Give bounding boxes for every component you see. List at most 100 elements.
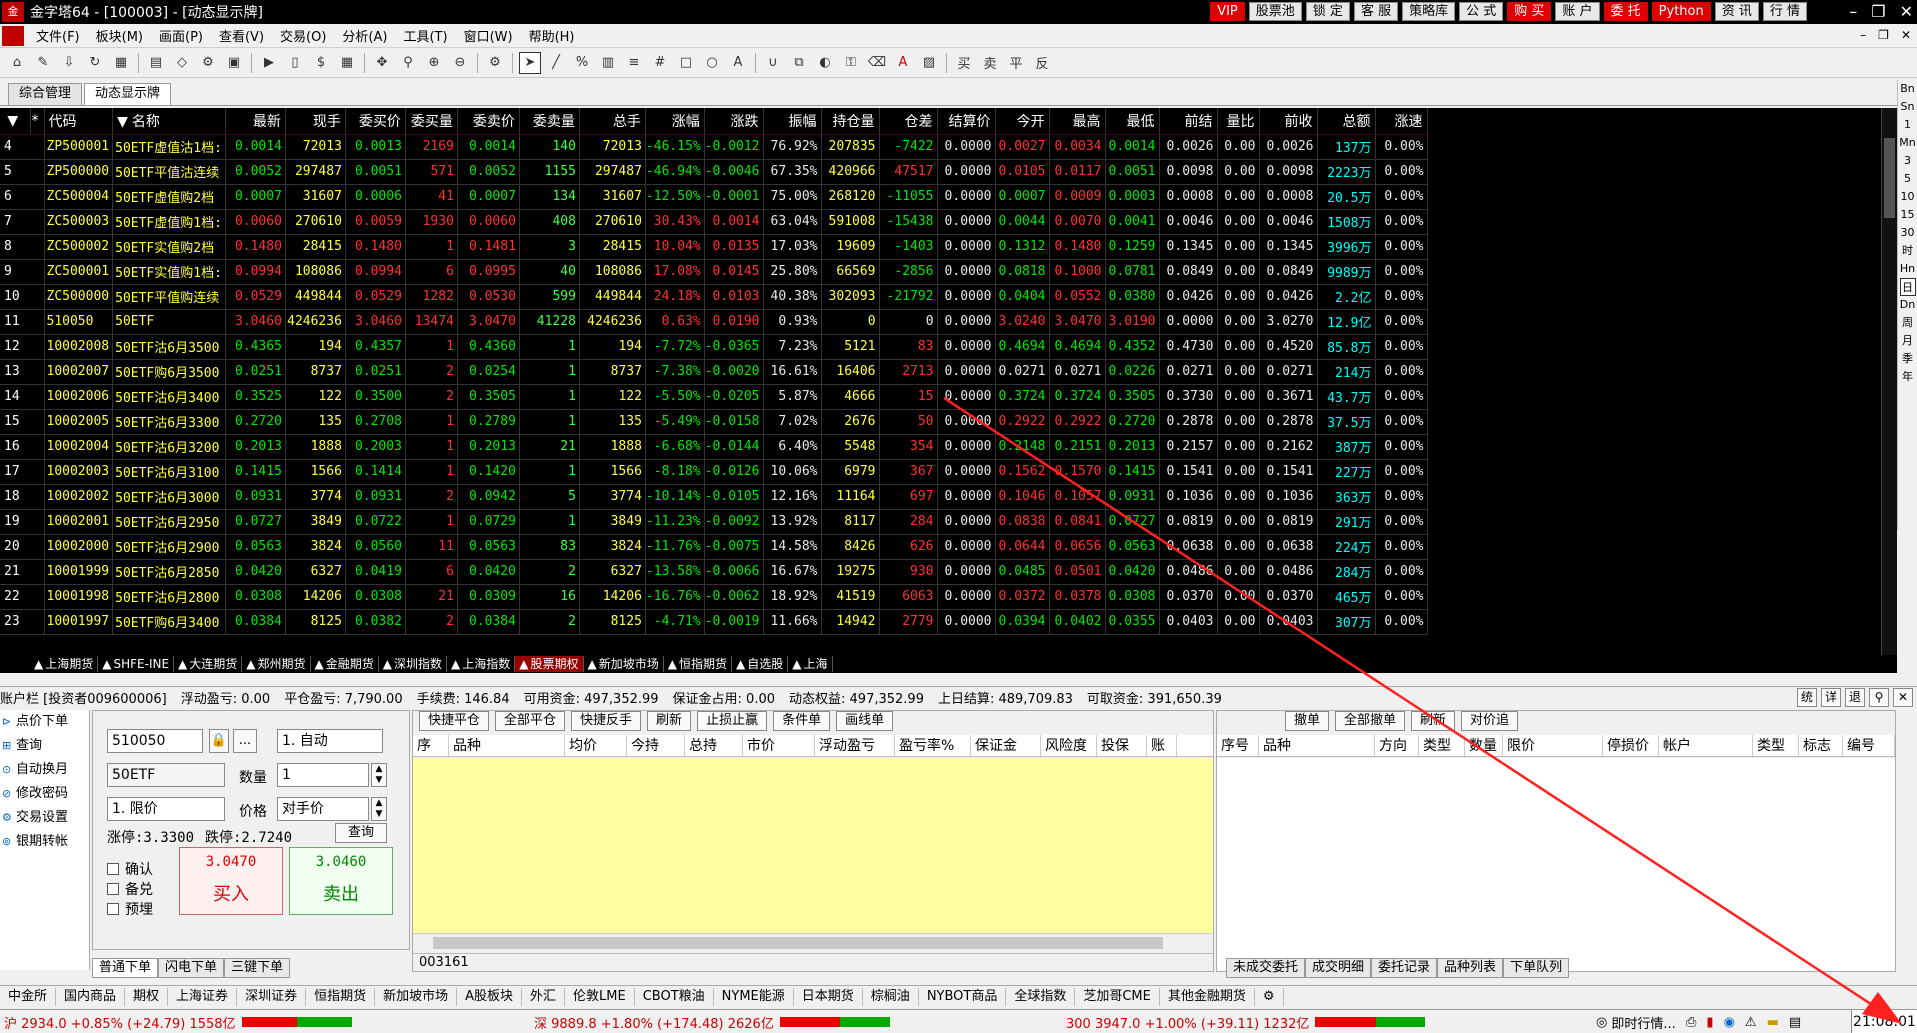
exchange-5[interactable]: 恒指期货 — [306, 987, 376, 1006]
exchange-17[interactable]: 其他金融期货 — [1160, 987, 1255, 1006]
pos-col-9[interactable]: 风险度 — [1041, 735, 1097, 756]
ord-col-1[interactable]: 品种 — [1259, 735, 1375, 756]
period-11[interactable]: 日 — [1899, 278, 1916, 296]
table-row[interactable]: 9 ZC500001 50ETF实值购1档: 0.0994 108086 0.0994 6 0… — [0, 259, 1428, 285]
ord-button-0[interactable]: 撤单 — [1285, 711, 1330, 731]
ord-col-9[interactable]: 标志 — [1799, 735, 1843, 756]
visible-icon[interactable]: ◐ — [814, 52, 836, 74]
browse-button[interactable]: ... — [233, 729, 257, 753]
chart-icon[interactable]: ▤ — [145, 52, 167, 74]
note-icon[interactable]: ▤ — [1789, 1015, 1801, 1030]
table-row[interactable]: 17 10002003 50ETF沽6月3100 0.1415 1566 0.1414 1 0… — [0, 459, 1428, 485]
exchange-16[interactable]: 芝加哥CME — [1075, 987, 1160, 1006]
mdi-minimize-icon[interactable]: – — [1860, 28, 1866, 42]
stats-button[interactable]: 统 — [1797, 688, 1817, 707]
pos-button-3[interactable]: 刷新 — [647, 711, 692, 731]
table-row[interactable]: 23 10001997 50ETF购6月3400 0.0384 8125 0.0382 2 0… — [0, 609, 1428, 635]
grid-icon[interactable]: ▦ — [110, 52, 132, 74]
top-button-1[interactable]: 股票池 — [1248, 2, 1302, 21]
col-header-4[interactable]: 委买价 — [345, 108, 406, 135]
pos-col-10[interactable]: 投保 — [1097, 735, 1147, 756]
ord-button-2[interactable]: 刷新 — [1411, 711, 1456, 731]
sell-icon[interactable]: 卖 — [979, 52, 1001, 74]
table-row[interactable]: 5 ZP500000 50ETF平值沽连续 0.0052 297487 0.0051 571… — [0, 159, 1428, 185]
table-row[interactable]: 19 10002001 50ETF沽6月2950 0.0727 3849 0.0722 1 0… — [0, 509, 1428, 535]
top-button-9[interactable]: Python — [1651, 2, 1711, 21]
pos-col-7[interactable]: 盈亏率% — [895, 735, 971, 756]
ord-tab-4[interactable]: 下单队列 — [1503, 958, 1570, 978]
exchange-9[interactable]: 伦敦LME — [565, 987, 635, 1006]
tab-normal-order[interactable]: 普通下单 — [92, 958, 159, 978]
pos-col-2[interactable]: 均价 — [565, 735, 627, 756]
menu-item-1[interactable]: 板块(M) — [88, 26, 151, 45]
more-gear-icon[interactable]: ⚙ — [1255, 987, 1284, 1006]
pos-button-4[interactable]: 止损止赢 — [697, 711, 768, 731]
col-header-9[interactable]: 涨幅 — [645, 108, 705, 135]
exchange-1[interactable]: 国内商品 — [56, 987, 126, 1006]
top-button-8[interactable]: 委 托 — [1603, 2, 1648, 21]
top-button-6[interactable]: 购 买 — [1507, 2, 1552, 21]
table-row[interactable]: 18 10002002 50ETF沽6月3000 0.0931 3774 0.0931 2 0… — [0, 484, 1428, 510]
nav-item-5[interactable]: ⊚ 银期转帐 — [0, 830, 89, 854]
table-row[interactable]: 13 10002007 50ETF购6月3500 0.0251 8737 0.0251 2 0… — [0, 359, 1428, 385]
period-1[interactable]: Sn — [1901, 98, 1915, 116]
pos-button-6[interactable]: 画线单 — [836, 711, 894, 731]
period-15[interactable]: 季 — [1902, 350, 1913, 368]
pos-col-1[interactable]: 品种 — [449, 735, 565, 756]
table-row[interactable]: 12 10002008 50ETF沽6月3500 0.4365 194 0.4357 1 0.… — [0, 334, 1428, 360]
fill-icon[interactable]: ▨ — [918, 52, 940, 74]
market-tab-7[interactable]: ▲ 股票期权 — [515, 656, 584, 672]
printer-icon[interactable]: ⎙ — [1686, 1015, 1696, 1030]
reverse-icon[interactable]: 反 — [1031, 52, 1053, 74]
magnet-icon[interactable]: ∪ — [762, 52, 784, 74]
top-button-5[interactable]: 公 式 — [1459, 2, 1504, 21]
menu-item-0[interactable]: 文件(F) — [28, 26, 88, 45]
menu-item-4[interactable]: 交易(O) — [272, 26, 334, 45]
ord-button-1[interactable]: 全部撤单 — [1335, 711, 1406, 731]
preset-checkbox[interactable]: 预埋 — [107, 899, 153, 919]
ord-col-10[interactable]: 编号 — [1843, 735, 1895, 756]
col-header-14[interactable]: 结算价 — [937, 108, 996, 135]
rect-icon[interactable]: □ — [675, 52, 697, 74]
col-header-17[interactable]: 最低 — [1105, 108, 1160, 135]
period-4[interactable]: 3 — [1904, 152, 1911, 170]
table-row[interactable]: 15 10002005 50ETF沽6月3300 0.2720 135 0.2708 1 0.… — [0, 409, 1428, 435]
sort-icon[interactable]: ▼ — [0, 108, 31, 135]
pin-icon[interactable]: ⚲ — [1869, 688, 1889, 707]
top-button-3[interactable]: 客 服 — [1353, 2, 1399, 21]
top-button-0[interactable]: VIP — [1210, 2, 1245, 21]
open-close-select[interactable]: 1. 自动 — [277, 729, 383, 753]
period-0[interactable]: Bn — [1900, 80, 1915, 98]
draw-icon[interactable]: ✎ — [32, 52, 54, 74]
zoom-in-icon[interactable]: ⊕ — [423, 52, 445, 74]
ord-col-2[interactable]: 方向 — [1375, 735, 1419, 756]
ord-col-3[interactable]: 类型 — [1419, 735, 1465, 756]
exchange-10[interactable]: CBOT粮油 — [635, 987, 714, 1006]
warning-icon[interactable]: ⚠ — [1745, 1015, 1757, 1030]
settings-icon[interactable]: ⚙ — [197, 52, 219, 74]
market-tab-1[interactable]: ▲ SHFE-INE — [98, 656, 175, 672]
table-row[interactable]: 7 ZC500003 50ETF虚值购1档: 0.0060 270610 0.0059 19… — [0, 209, 1428, 235]
table-row[interactable]: 11 510050 50ETF 3.0460 4246236 3.0460 13474 3.0… — [0, 309, 1428, 335]
scroll-thumb[interactable] — [433, 937, 1163, 949]
market-tab-2[interactable]: ▲ 大连期货 — [174, 656, 243, 672]
close-icon[interactable]: ✕ — [1900, 2, 1913, 21]
globe-icon[interactable]: ◉ — [1724, 1015, 1735, 1030]
menu-item-6[interactable]: 工具(T) — [395, 26, 455, 45]
exchange-8[interactable]: 外汇 — [522, 987, 566, 1006]
restore-icon[interactable]: ❐ — [1871, 2, 1885, 21]
col-header-15[interactable]: 今开 — [995, 108, 1050, 135]
refresh-icon[interactable]: ↻ — [84, 52, 106, 74]
pos-col-4[interactable]: 总持 — [685, 735, 743, 756]
minimize-icon[interactable]: – — [1849, 2, 1857, 21]
col-header-0[interactable]: 代码 — [44, 108, 114, 135]
col-header-18[interactable]: 前结 — [1159, 108, 1218, 135]
col-header-10[interactable]: 涨跌 — [704, 108, 764, 135]
nav-item-3[interactable]: ⊘ 修改密码 — [0, 782, 89, 806]
table-icon[interactable]: ▥ — [597, 52, 619, 74]
bars-icon[interactable]: ≡ — [623, 52, 645, 74]
gear-icon[interactable]: ⚙ — [484, 52, 506, 74]
tab-three-key-order[interactable]: 三键下单 — [224, 958, 291, 978]
ord-col-0[interactable]: 序号 — [1217, 735, 1259, 756]
menu-item-7[interactable]: 窗口(W) — [456, 26, 521, 45]
